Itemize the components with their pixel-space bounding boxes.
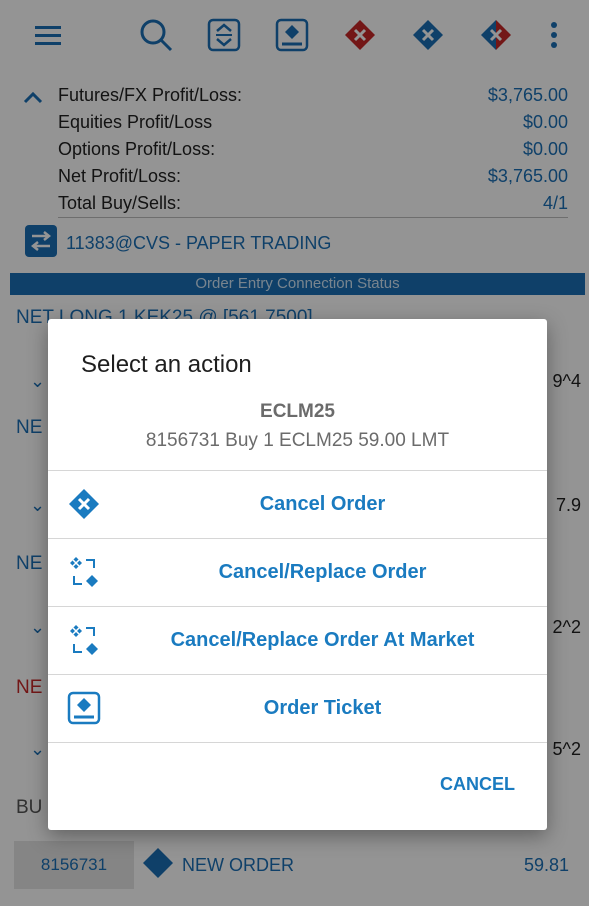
order-ticket-button[interactable]: Order Ticket bbox=[48, 675, 547, 742]
action-label: Cancel Order bbox=[259, 493, 386, 515]
divider bbox=[48, 742, 547, 743]
action-label: Cancel/Replace Order bbox=[218, 561, 427, 583]
order-ticket-icon bbox=[66, 690, 102, 726]
action-label: Cancel/Replace Order At Market bbox=[170, 629, 475, 651]
cancel-order-button[interactable]: Cancel Order bbox=[48, 471, 547, 538]
dialog-title: Select an action bbox=[81, 351, 252, 378]
cancel-diamond-icon bbox=[66, 486, 102, 522]
cancel-replace-icon bbox=[66, 554, 102, 590]
cancel-replace-market-button[interactable]: Cancel/Replace Order At Market bbox=[48, 607, 547, 674]
cancel-button[interactable]: CANCEL bbox=[440, 774, 515, 795]
order-symbol: ECLM25 bbox=[260, 401, 335, 422]
action-label: Order Ticket bbox=[263, 697, 382, 719]
order-description: 8156731 Buy 1 ECLM25 59.00 LMT bbox=[145, 430, 450, 451]
action-dialog: Select an action ECLM25 8156731 Buy 1 EC… bbox=[48, 319, 547, 830]
cancel-replace-market-icon bbox=[66, 622, 102, 658]
cancel-replace-order-button[interactable]: Cancel/Replace Order bbox=[48, 539, 547, 606]
